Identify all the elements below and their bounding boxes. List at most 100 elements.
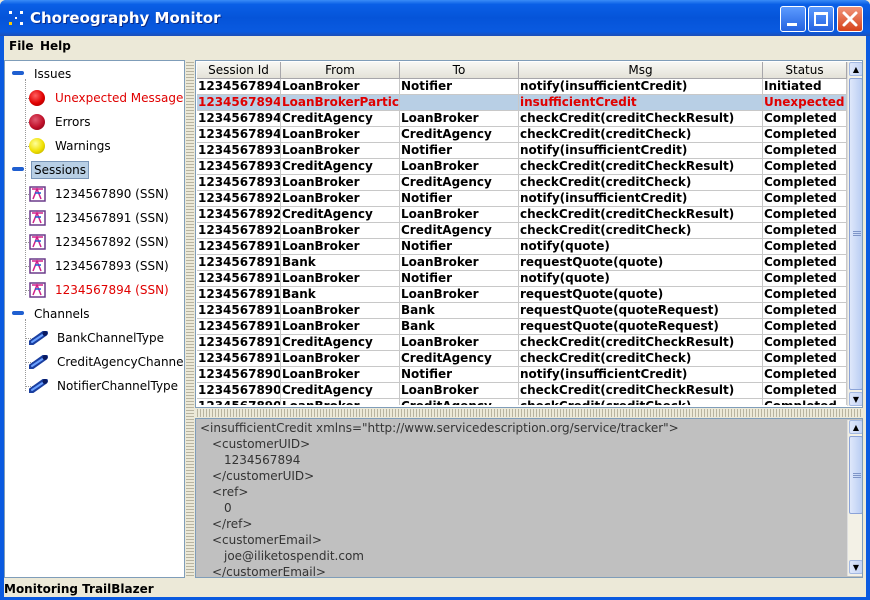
- tree-node-issues[interactable]: Issues: [32, 63, 73, 85]
- tree-item-session[interactable]: 1234567891 (SSN): [29, 207, 171, 229]
- table-vertical-scrollbar[interactable]: ▲ ▼: [847, 62, 862, 406]
- table-row[interactable]: 1234567893 ...LoanBrokerCreditAgencychec…: [197, 175, 847, 191]
- session-icon: [29, 258, 46, 274]
- session-icon: [29, 186, 46, 202]
- tree-item-unexpected-messages[interactable]: Unexpected Messages: [29, 87, 184, 109]
- xml-line: </ref>: [212, 517, 253, 531]
- tree-item-session[interactable]: 1234567894 (SSN): [29, 279, 171, 301]
- tree-guide: [25, 79, 26, 183]
- column-header-to[interactable]: To: [400, 62, 519, 79]
- collapse-handle[interactable]: [12, 167, 24, 171]
- cell-from: LoanBroker: [281, 319, 400, 335]
- xml-line: <customerEmail>: [212, 533, 322, 547]
- cell-msg: requestQuote(quoteRequest): [519, 319, 763, 335]
- table-row[interactable]: 1234567891 ...BankLoanBrokerrequestQuote…: [197, 287, 847, 303]
- tree-item-errors[interactable]: Errors: [29, 111, 93, 133]
- cell-to: Notifier: [400, 367, 519, 383]
- cell-msg: checkCredit(creditCheckResult): [519, 111, 763, 127]
- table-row[interactable]: 1234567892 ...LoanBrokerCreditAgencychec…: [197, 223, 847, 239]
- tree-item-channel[interactable]: BankChannelType: [29, 327, 166, 349]
- cell-to: Bank: [400, 319, 519, 335]
- tree-label: Channels: [34, 307, 90, 321]
- cell-from: LoanBroker: [281, 239, 400, 255]
- table-row[interactable]: 1234567890 ...LoanBrokerCreditAgencychec…: [197, 399, 847, 405]
- collapse-handle[interactable]: [12, 71, 24, 75]
- table-row[interactable]: 1234567890 ...CreditAgencyLoanBrokerchec…: [197, 383, 847, 399]
- cell-session-id: 1234567890 ...: [198, 383, 281, 399]
- xml-line: </customerUID>: [212, 469, 315, 483]
- maximize-button[interactable]: [808, 6, 834, 32]
- table-row[interactable]: 1234567893 ...CreditAgencyLoanBrokerchec…: [197, 159, 847, 175]
- vertical-splitter[interactable]: [186, 60, 194, 578]
- tree-item-channel[interactable]: NotifierChannelType: [29, 375, 180, 397]
- xml-line: <ref>: [212, 485, 249, 499]
- tree-node-sessions[interactable]: Sessions: [31, 159, 90, 181]
- scroll-thumb[interactable]: [849, 78, 862, 390]
- column-header-session-id[interactable]: Session Id: [197, 62, 281, 79]
- cell-session-id: 1234567891 ...: [198, 239, 281, 255]
- table-row[interactable]: 1234567892 ...LoanBrokerNotifiernotify(i…: [197, 191, 847, 207]
- collapse-handle[interactable]: [12, 311, 24, 315]
- tree-label: Issues: [34, 67, 72, 81]
- table-row[interactable]: 1234567891 ...LoanBrokerBankrequestQuote…: [197, 319, 847, 335]
- tree-guide: [25, 319, 26, 391]
- channel-pipe-icon: [29, 379, 48, 393]
- tree-item-warnings[interactable]: Warnings: [29, 135, 113, 157]
- tree-panel[interactable]: Issues Unexpected Messages Errors Warnin…: [4, 60, 185, 578]
- column-header-status[interactable]: Status: [763, 62, 847, 79]
- table-row[interactable]: 1234567890 ...LoanBrokerNotifiernotify(i…: [197, 367, 847, 383]
- cell-from: LoanBroker: [281, 191, 400, 207]
- horizontal-splitter[interactable]: [195, 409, 863, 417]
- table-row[interactable]: 1234567891 ...LoanBrokerBankrequestQuote…: [197, 303, 847, 319]
- tree-item-session[interactable]: 1234567890 (SSN): [29, 183, 171, 205]
- table-row[interactable]: 1234567894 ...LoanBrokerPartici... insuff…: [197, 95, 847, 111]
- cell-from: LoanBrokerPartici...: [282, 95, 400, 111]
- warning-circle-icon: [29, 138, 45, 154]
- table-row[interactable]: 1234567891 ...LoanBrokerNotifiernotify(q…: [197, 239, 847, 255]
- table-row[interactable]: 1234567891 ...CreditAgencyLoanBrokerchec…: [197, 335, 847, 351]
- table-row[interactable]: 1234567891 ...BankLoanBrokerrequestQuote…: [197, 255, 847, 271]
- table-row[interactable]: 1234567891 ...LoanBrokerCreditAgencychec…: [197, 351, 847, 367]
- column-header-msg[interactable]: Msg: [519, 62, 763, 79]
- cell-msg: notify(quote): [519, 239, 763, 255]
- cell-status: Completed: [763, 207, 847, 223]
- client-area: File Help Issues Unexpected Messages Err…: [4, 36, 866, 597]
- cell-msg: checkCredit(creditCheck): [519, 175, 763, 191]
- xml-detail-panel[interactable]: <insufficientCredit xmlns="http://www.se…: [195, 418, 863, 578]
- table-row[interactable]: 1234567892 ...CreditAgencyLoanBrokerchec…: [197, 207, 847, 223]
- menu-help[interactable]: Help: [40, 39, 71, 53]
- cell-msg: checkCredit(creditCheckResult): [519, 207, 763, 223]
- cell-msg: notify(insufficientCredit): [519, 143, 763, 159]
- xml-vertical-scrollbar[interactable]: ▲ ▼: [847, 420, 862, 576]
- scroll-thumb[interactable]: [849, 436, 862, 514]
- cell-to: Notifier: [400, 239, 519, 255]
- table-row[interactable]: 1234567894 ...LoanBrokerNotifiernotify(i…: [197, 79, 847, 95]
- message-table[interactable]: Session Id From To Msg Status 1234567894…: [195, 60, 863, 408]
- table-header: Session Id From To Msg Status: [197, 62, 847, 79]
- table-row[interactable]: 1234567891 ...LoanBrokerNotifiernotify(q…: [197, 271, 847, 287]
- cell-from: LoanBroker: [281, 143, 400, 159]
- channel-pipe-icon: [29, 331, 48, 345]
- xml-line: 0: [224, 501, 232, 515]
- tree-label: Sessions: [31, 161, 90, 179]
- scroll-up-icon[interactable]: ▲: [849, 420, 862, 434]
- tree-node-channels[interactable]: Channels: [32, 303, 92, 325]
- scroll-down-icon[interactable]: ▼: [849, 392, 862, 406]
- column-header-from[interactable]: From: [281, 62, 400, 79]
- cell-session-id: 1234567892 ...: [198, 223, 281, 239]
- menu-file[interactable]: File: [9, 39, 34, 53]
- table-row[interactable]: 1234567894 ...CreditAgencyLoanBrokerchec…: [197, 111, 847, 127]
- table-row[interactable]: 1234567894 ...LoanBrokerCreditAgencychec…: [197, 127, 847, 143]
- cell-from: Bank: [281, 287, 400, 303]
- tree-item-channel[interactable]: CreditAgencyChannelTy: [29, 351, 184, 373]
- scroll-down-icon[interactable]: ▼: [849, 560, 862, 574]
- cell-session-id: 1234567891 ...: [198, 335, 281, 351]
- scroll-up-icon[interactable]: ▲: [849, 62, 862, 76]
- title-bar[interactable]: Choreography Monitor: [0, 0, 870, 36]
- cell-session-id: 1234567893 ...: [198, 159, 281, 175]
- close-button[interactable]: [837, 6, 863, 32]
- tree-item-session[interactable]: 1234567892 (SSN): [29, 231, 171, 253]
- minimize-button[interactable]: [780, 6, 806, 32]
- table-row[interactable]: 1234567893 ...LoanBrokerNotifiernotify(i…: [197, 143, 847, 159]
- tree-item-session[interactable]: 1234567893 (SSN): [29, 255, 171, 277]
